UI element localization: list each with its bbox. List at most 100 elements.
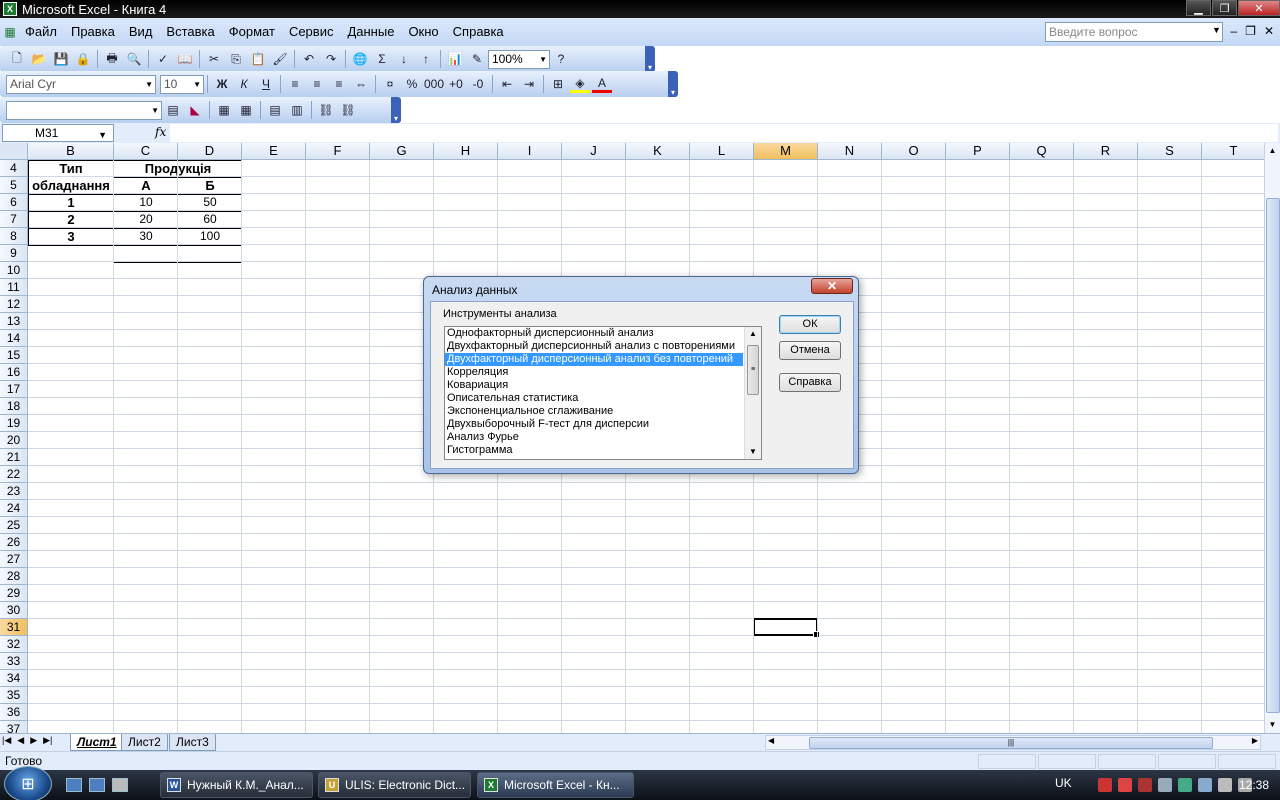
row-header-36[interactable]: 36: [0, 704, 28, 721]
menu-tools[interactable]: Сервис: [282, 22, 341, 42]
column-header-L[interactable]: L: [690, 143, 754, 160]
cell-D6[interactable]: 50: [178, 194, 242, 211]
network-icon[interactable]: [1178, 778, 1192, 792]
analysis-tools-list[interactable]: Однофакторный дисперсионный анализ Двухфа…: [444, 326, 762, 460]
cell-D5[interactable]: Б: [178, 177, 242, 194]
row-header-37[interactable]: 37: [0, 721, 28, 733]
opera-icon[interactable]: [1118, 778, 1132, 792]
column-header-I[interactable]: I: [498, 143, 562, 160]
zoom-select[interactable]: 100% ▼: [488, 49, 550, 69]
task-excel[interactable]: X Microsoft Excel - Кн...: [477, 772, 634, 798]
update-icon[interactable]: [1198, 778, 1212, 792]
row-header-21[interactable]: 21: [0, 449, 28, 466]
doc-restore-button[interactable]: ❐: [1245, 24, 1256, 38]
row-header-23[interactable]: 23: [0, 483, 28, 500]
column-header-D[interactable]: D: [178, 143, 242, 160]
percent-icon[interactable]: %: [402, 75, 422, 93]
scroll-down-icon[interactable]: ▼: [1265, 717, 1280, 733]
font-size-select[interactable]: 10 ▼: [160, 74, 204, 94]
cell-D7[interactable]: 60: [178, 211, 242, 228]
hyperlink-icon[interactable]: 🌐: [350, 50, 370, 68]
column-header-G[interactable]: G: [370, 143, 434, 160]
calculator-icon[interactable]: [112, 778, 128, 792]
list-scroll-thumb[interactable]: ≡: [747, 345, 759, 395]
row-header-18[interactable]: 18: [0, 398, 28, 415]
row-header-31[interactable]: 31: [0, 619, 28, 636]
grid2-icon[interactable]: ▦: [236, 101, 256, 119]
row-header-8[interactable]: 8: [0, 228, 28, 245]
chart-style-icon[interactable]: ◣: [185, 101, 205, 119]
cell-C4[interactable]: Продукція: [114, 160, 242, 177]
cell-C6[interactable]: 10: [114, 194, 178, 211]
row-header-27[interactable]: 27: [0, 551, 28, 568]
font-name-select[interactable]: Arial Cyr ▼: [6, 74, 156, 94]
align-left-icon[interactable]: ≡: [285, 75, 305, 93]
align-center-icon[interactable]: ≡: [307, 75, 327, 93]
column-header-Q[interactable]: Q: [1010, 143, 1074, 160]
menu-file[interactable]: Файл: [18, 22, 64, 42]
align-right-icon[interactable]: ≡: [329, 75, 349, 93]
antivirus-icon[interactable]: [1098, 778, 1112, 792]
cell-B7[interactable]: 2: [28, 211, 114, 228]
research-icon[interactable]: 📖: [175, 50, 195, 68]
row-header-25[interactable]: 25: [0, 517, 28, 534]
column-header-B[interactable]: B: [28, 143, 114, 160]
menu-data[interactable]: Данные: [340, 22, 401, 42]
horizontal-scrollbar[interactable]: ◀ ||| ▶: [765, 735, 1261, 750]
chart-wizard-icon[interactable]: 📊: [445, 50, 465, 68]
row-header-20[interactable]: 20: [0, 432, 28, 449]
cell-D8[interactable]: 100: [178, 228, 242, 245]
spelling-icon[interactable]: ✓: [153, 50, 173, 68]
list-item[interactable]: Двухфакторный дисперсионный анализ без п…: [445, 353, 743, 366]
sheet-tab-2[interactable]: Лист2: [121, 734, 168, 751]
rows-icon[interactable]: ▤: [265, 101, 285, 119]
column-header-C[interactable]: C: [114, 143, 178, 160]
help-icon[interactable]: ?: [551, 50, 571, 68]
column-header-K[interactable]: K: [626, 143, 690, 160]
row-header-4[interactable]: 4: [0, 160, 28, 177]
list-item[interactable]: Двухфакторный дисперсионный анализ с пов…: [445, 340, 743, 353]
undo-icon[interactable]: ↶: [299, 50, 319, 68]
toolbar-options-icon[interactable]: ▾: [668, 71, 678, 97]
row-header-11[interactable]: 11: [0, 279, 28, 296]
ok-button[interactable]: ОК: [779, 315, 841, 334]
italic-icon[interactable]: К: [234, 75, 254, 93]
sheet-tab-1[interactable]: Лист1: [70, 734, 124, 751]
row-header-29[interactable]: 29: [0, 585, 28, 602]
cell-B8[interactable]: 3: [28, 228, 114, 245]
sort-ascending-icon[interactable]: ↓: [394, 50, 414, 68]
column-header-T[interactable]: T: [1202, 143, 1264, 160]
new-icon[interactable]: 🗋: [7, 50, 27, 68]
list-item[interactable]: Двухвыборочный F-тест для дисперсии: [445, 418, 743, 431]
menu-insert[interactable]: Вставка: [159, 22, 221, 42]
column-header-F[interactable]: F: [306, 143, 370, 160]
menu-view[interactable]: Вид: [122, 22, 160, 42]
minimize-button[interactable]: ▁: [1186, 0, 1211, 16]
show-desktop-icon[interactable]: [66, 778, 82, 792]
volume-icon[interactable]: [1218, 778, 1232, 792]
scroll-right-icon[interactable]: ▶: [1252, 736, 1258, 745]
list-scrollbar[interactable]: ▲ ≡ ▼: [744, 327, 761, 459]
task-word-document[interactable]: W Нужный К.М._Анал...: [160, 772, 313, 798]
column-header-H[interactable]: H: [434, 143, 498, 160]
doc-close-button[interactable]: ✕: [1264, 24, 1274, 38]
row-header-17[interactable]: 17: [0, 381, 28, 398]
paste-icon[interactable]: 📋: [248, 50, 268, 68]
table-icon[interactable]: ▤: [163, 101, 183, 119]
name-box[interactable]: M31 ▼: [2, 124, 114, 142]
prev-sheet-icon[interactable]: ◀: [17, 735, 24, 746]
column-header-J[interactable]: J: [562, 143, 626, 160]
insert-function-icon[interactable]: fx: [155, 125, 166, 139]
help-button[interactable]: Справка: [779, 373, 841, 392]
row-header-19[interactable]: 19: [0, 415, 28, 432]
list-item[interactable]: Гистограмма: [445, 444, 743, 457]
formula-input[interactable]: [170, 124, 1278, 142]
bold-icon[interactable]: Ж: [212, 75, 232, 93]
chevron-down-icon[interactable]: ▼: [1212, 25, 1221, 35]
row-header-16[interactable]: 16: [0, 364, 28, 381]
select-all-corner[interactable]: [0, 143, 28, 160]
menu-format[interactable]: Формат: [222, 22, 282, 42]
row-header-14[interactable]: 14: [0, 330, 28, 347]
vertical-scrollbar[interactable]: ▲ ▼: [1264, 143, 1280, 733]
style-select[interactable]: ▼: [6, 100, 162, 120]
